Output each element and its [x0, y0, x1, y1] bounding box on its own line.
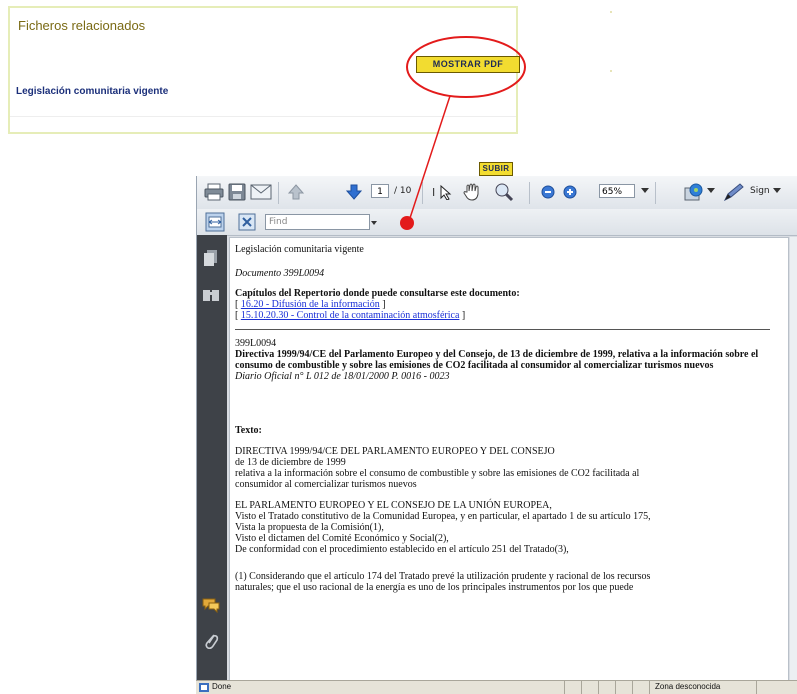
status-divider — [564, 681, 565, 694]
body-line: relativa a la información sobre el consu… — [235, 468, 640, 479]
security-zone: Zona desconocida — [655, 682, 721, 691]
body-line: Vista la propuesta de la Comisión(1), — [235, 522, 384, 533]
status-divider — [615, 681, 616, 694]
body-line: consumidor al comercializar turismos nue… — [235, 479, 417, 490]
select-tool-icon[interactable]: I — [432, 184, 456, 200]
sign-pen-icon[interactable] — [722, 182, 746, 202]
body-line: EL PARLAMENTO EUROPEO Y EL CONSEJO DE LA… — [235, 500, 552, 511]
panel-title: Ficheros relacionados — [18, 18, 146, 33]
body-line: Visto el Tratado constitutivo de la Comu… — [235, 511, 651, 522]
browser-status-bar: Done Zona desconocida — [196, 680, 797, 694]
body-block: (1) Considerando que el artículo 174 del… — [235, 571, 783, 593]
secondary-toolbar: Find — [197, 209, 797, 236]
texto-label: Texto: — [235, 425, 262, 436]
page-total: / 10 — [394, 186, 412, 196]
page-number-input[interactable]: 1 — [371, 184, 389, 198]
body-line: de 13 de diciembre de 1999 — [235, 457, 346, 468]
chapter-link-row: [ 15.10.20.30 - Control de la contaminac… — [235, 310, 466, 321]
pdf-viewer: 1 / 10 I 65% Sign Find Legislación comun… — [196, 176, 797, 693]
status-divider — [581, 681, 582, 694]
toolbar-separator — [655, 182, 656, 204]
journal-reference: Diario Oficial n° L 012 de 18/01/2000 P.… — [235, 371, 450, 382]
body-block: EL PARLAMENTO EUROPEO Y EL CONSEJO DE LA… — [235, 500, 783, 555]
fit-width-icon[interactable] — [205, 212, 225, 232]
document-number: Documento 399L0094 — [235, 268, 325, 279]
body-line: Visto el dictamen del Comité Económico y… — [235, 533, 449, 544]
attachments-icon[interactable] — [203, 631, 219, 651]
hand-tool-icon[interactable] — [462, 182, 482, 202]
directive-title: Directiva 1999/94/CE del Parlamento Euro… — [235, 349, 759, 371]
chapter-link[interactable]: 15.10.20.30 - Control de la contaminació… — [241, 310, 460, 321]
fit-page-icon[interactable] — [237, 212, 257, 232]
chevron-down-icon[interactable] — [707, 188, 715, 194]
page-icon — [199, 683, 209, 692]
subir-button[interactable]: SUBIR — [479, 162, 513, 176]
email-icon[interactable] — [250, 184, 272, 200]
chapter-link-row: [ 16.20 - Difusión de la información ] — [235, 299, 386, 310]
save-icon[interactable] — [228, 183, 246, 201]
bookmarks-icon[interactable] — [202, 288, 220, 302]
legislation-link[interactable]: Legislación comunitaria vigente — [16, 86, 168, 97]
body-line: De conformidad con el procedimiento esta… — [235, 544, 569, 555]
decor-dot — [610, 11, 612, 13]
zoom-tool-icon[interactable] — [493, 182, 515, 202]
chevron-down-icon[interactable] — [371, 221, 377, 225]
zoom-out-icon[interactable] — [541, 185, 555, 199]
status-divider — [632, 681, 633, 694]
chevron-down-icon[interactable] — [641, 188, 649, 194]
decor-dot — [610, 70, 612, 72]
status-text: Done — [212, 682, 232, 691]
chapter-link[interactable]: 16.20 - Difusión de la información — [241, 299, 380, 310]
pdf-document-page: Legislación comunitaria vigente Document… — [229, 237, 789, 693]
body-line: (1) Considerando que el artículo 174 del… — [235, 571, 651, 582]
toolbar-separator — [422, 182, 423, 204]
status-divider — [756, 681, 757, 694]
status-divider — [649, 681, 650, 694]
svg-text:I: I — [432, 186, 435, 199]
divider — [235, 329, 770, 330]
navigation-sidebar — [197, 235, 227, 693]
share-icon[interactable] — [683, 182, 705, 202]
zoom-level-select[interactable]: 65% — [599, 184, 635, 198]
print-icon[interactable] — [204, 183, 224, 201]
chevron-down-icon[interactable] — [773, 188, 781, 194]
vertical-scrollbar[interactable] — [790, 237, 797, 693]
show-pdf-button[interactable]: MOSTRAR PDF — [416, 56, 520, 73]
sign-menu[interactable]: Sign — [750, 186, 770, 196]
status-divider — [598, 681, 599, 694]
body-block: DIRECTIVA 1999/94/CE DEL PARLAMENTO EURO… — [235, 446, 783, 490]
toolbar-separator — [278, 182, 279, 204]
body-line: DIRECTIVA 1999/94/CE DEL PARLAMENTO EURO… — [235, 446, 555, 457]
celex-number: 399L0094 — [235, 338, 277, 349]
document-heading: Legislación comunitaria vigente — [235, 244, 364, 255]
toolbar-separator — [529, 182, 530, 204]
main-toolbar: 1 / 10 I 65% Sign — [197, 176, 797, 210]
panel-divider — [10, 116, 516, 117]
find-input[interactable]: Find — [265, 214, 370, 230]
pages-icon[interactable] — [203, 249, 219, 267]
chapters-title: Capítulos del Repertorio donde puede con… — [235, 288, 520, 299]
comments-icon[interactable] — [201, 597, 221, 613]
previous-page-icon[interactable] — [287, 183, 305, 201]
body-line: naturales; que el uso racional de la ene… — [235, 582, 634, 593]
next-page-icon[interactable] — [345, 183, 363, 201]
zoom-in-icon[interactable] — [563, 185, 577, 199]
